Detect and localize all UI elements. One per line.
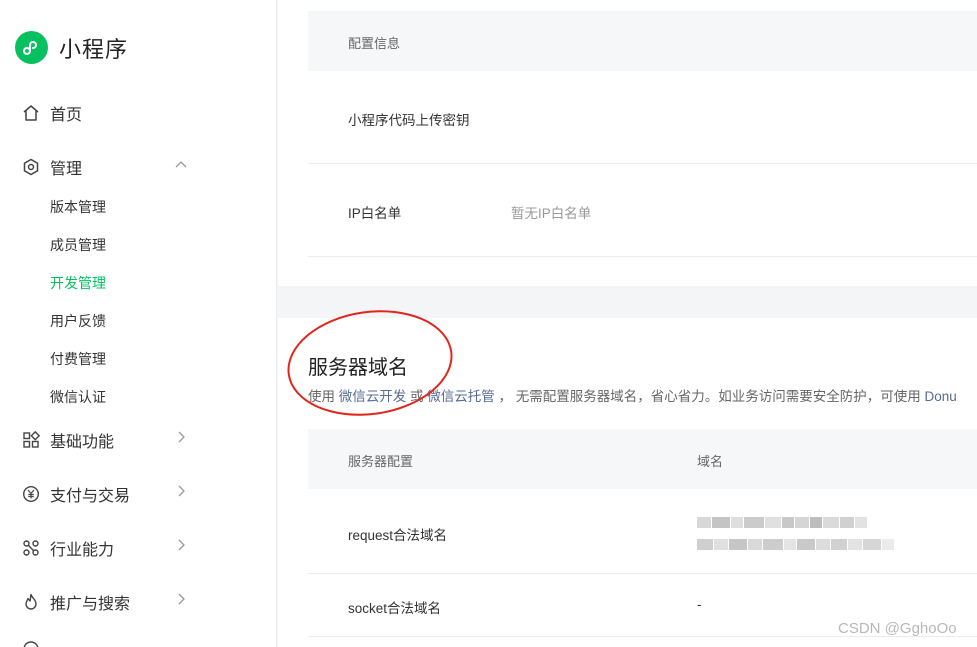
partial-nav-icon <box>22 640 40 647</box>
flame-icon <box>22 593 40 611</box>
sidebar-item-home[interactable]: 首页 <box>22 101 82 125</box>
sidebar-item-pay[interactable]: 支付与交易 <box>22 482 192 506</box>
sidebar: 小程序 首页 管理 版本管理 成员管理 开发管理 用户反馈 付费管理 微信认证 … <box>0 0 277 647</box>
server-table-header: 服务器配置 域名 <box>308 429 977 489</box>
donut-link[interactable]: Donu <box>925 389 957 404</box>
watermark: CSDN @GghoOo <box>838 620 957 637</box>
chevron-up-icon <box>175 161 187 168</box>
column-header-server-config: 服务器配置 <box>348 454 414 469</box>
sidebar-item-basic[interactable]: 基础功能 <box>22 428 192 452</box>
sidebar-item-industry[interactable]: 行业能力 <box>22 536 192 560</box>
sidebar-item-promo[interactable]: 推广与搜索 <box>22 590 192 614</box>
sidebar-subitem-version[interactable]: 版本管理 <box>50 197 106 217</box>
sidebar-subitem-payment[interactable]: 付费管理 <box>50 349 106 369</box>
chevron-right-icon <box>178 485 185 497</box>
brand[interactable]: 小程序 <box>15 31 128 64</box>
chevron-right-icon <box>178 593 185 605</box>
row-divider <box>308 163 977 164</box>
desc-text: 使用 <box>308 389 339 404</box>
sidebar-subitem-dev[interactable]: 开发管理 <box>50 273 106 293</box>
sidebar-subitem-feedback[interactable]: 用户反馈 <box>50 311 106 331</box>
config-header-label: 配置信息 <box>348 36 401 51</box>
sidebar-item-label: 管理 <box>50 161 83 178</box>
column-header-domain: 域名 <box>697 454 724 469</box>
config-table-header: 配置信息 <box>308 11 977 71</box>
redacted-domain <box>697 539 895 550</box>
sidebar-item-label: 首页 <box>50 107 83 124</box>
sidebar-item-label: 支付与交易 <box>50 488 131 505</box>
section-title: 服务器域名 <box>308 357 408 379</box>
sidebar-item-label: 推广与搜索 <box>50 596 131 613</box>
redacted-domain <box>697 517 868 528</box>
server-domain-card: 服务器域名 使用 微信云开发 或 微信云托管 ， 无需配置服务器域名，省心省力。… <box>278 318 977 647</box>
config-card: 配置信息 小程序代码上传密钥 IP白名单 暂无IP白名单 <box>278 0 977 286</box>
miniprogram-logo-icon <box>15 31 48 64</box>
row-divider <box>308 256 977 257</box>
cloud-host-link[interactable]: 微信云托管 <box>427 389 495 404</box>
brand-name: 小程序 <box>59 36 129 62</box>
sidebar-subitem-members[interactable]: 成员管理 <box>50 235 106 255</box>
ip-whitelist-label: IP白名单 <box>348 206 402 221</box>
section-description: 使用 微信云开发 或 微信云托管 ， 无需配置服务器域名，省心省力。如业务访问需… <box>308 385 957 405</box>
yuan-icon <box>22 485 40 503</box>
desc-text: 或 <box>406 389 428 404</box>
desc-text: ， 无需配置服务器域名，省心省力。如业务访问需要安全防护，可使用 <box>494 389 925 404</box>
grid-icon <box>22 431 40 449</box>
cloud-dev-link[interactable]: 微信云开发 <box>339 389 407 404</box>
molecule-icon <box>22 539 40 557</box>
sidebar-item-label: 行业能力 <box>50 542 115 559</box>
chevron-right-icon <box>178 431 185 443</box>
home-icon <box>22 104 40 122</box>
settings-hexagon-icon <box>22 158 40 176</box>
sidebar-item-label: 基础功能 <box>50 434 115 451</box>
chevron-right-icon <box>178 539 185 551</box>
upload-key-label: 小程序代码上传密钥 <box>348 113 470 128</box>
request-domain-label: request合法域名 <box>348 528 448 543</box>
socket-domain-label: socket合法域名 <box>348 601 442 616</box>
ip-whitelist-value: 暂无IP白名单 <box>511 206 592 221</box>
row-divider <box>308 573 977 574</box>
sidebar-subitem-verify[interactable]: 微信认证 <box>50 387 106 407</box>
socket-domain-value: - <box>697 597 702 612</box>
sidebar-item-manage[interactable]: 管理 <box>22 155 192 179</box>
